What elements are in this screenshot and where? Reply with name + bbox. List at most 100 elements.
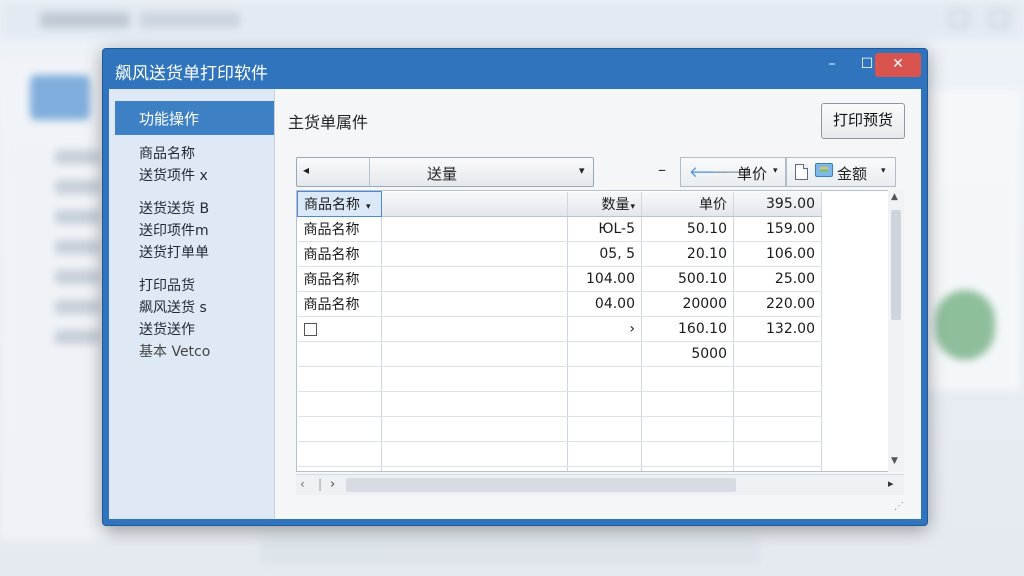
caret-left-icon[interactable]: ◂ xyxy=(303,163,309,177)
cell-price[interactable]: 50.10 xyxy=(641,216,734,242)
cell-name[interactable]: 商品名称 xyxy=(297,241,382,267)
close-button[interactable]: ✕ xyxy=(875,53,921,77)
cell-name[interactable] xyxy=(297,416,382,442)
cell-blank[interactable] xyxy=(381,341,568,367)
cell-price[interactable] xyxy=(641,416,734,442)
table-row[interactable] xyxy=(297,366,822,392)
cell-qty[interactable]: › xyxy=(567,316,642,342)
column-header-amount[interactable]: 395.00 xyxy=(733,191,822,217)
document-icon[interactable] xyxy=(795,164,808,180)
vertical-scrollbar[interactable]: ▲ ▼ xyxy=(888,190,904,472)
cell-name[interactable]: 商品名称 xyxy=(297,216,382,242)
chevron-down-icon[interactable]: ▾ xyxy=(881,166,886,176)
sidebar-item-active[interactable]: 功能操作 xyxy=(115,101,274,135)
cell-blank[interactable] xyxy=(381,441,568,467)
cell-qty[interactable]: 05, 5 xyxy=(567,241,642,267)
cell-name[interactable]: 商品名称 xyxy=(297,291,382,317)
sidebar-item[interactable]: 商品名称 xyxy=(139,143,195,163)
column-combo[interactable]: ◂ 送量 ▾ xyxy=(296,157,594,187)
cell-blank[interactable] xyxy=(381,466,568,471)
cell-qty[interactable] xyxy=(567,391,642,417)
resize-grip-icon[interactable]: ⋰ xyxy=(894,501,904,512)
cell-blank[interactable] xyxy=(381,241,568,267)
sidebar-item[interactable]: 飙风送货 s xyxy=(139,297,207,317)
scroll-up-icon[interactable]: ▲ xyxy=(891,192,898,202)
chevron-down-icon[interactable]: ▾ xyxy=(579,164,585,177)
cell-name[interactable] xyxy=(297,316,382,342)
scroll-left-icon[interactable]: ‹ xyxy=(300,477,305,491)
cell-amount[interactable] xyxy=(733,391,822,417)
scroll-down-icon[interactable]: ▼ xyxy=(891,456,898,466)
minimize-button[interactable]: – xyxy=(817,53,847,77)
cell-qty[interactable] xyxy=(567,441,642,467)
cell-amount[interactable] xyxy=(733,441,822,467)
row-checkbox[interactable] xyxy=(303,322,317,336)
cell-price[interactable]: 20.10 xyxy=(641,241,734,267)
cell-price[interactable] xyxy=(641,391,734,417)
cell-name[interactable] xyxy=(297,466,382,471)
chevron-down-icon[interactable]: ▾ xyxy=(366,202,371,212)
cell-price[interactable] xyxy=(641,441,734,467)
cell-qty[interactable]: ЮL-5 xyxy=(567,216,642,242)
sidebar-item[interactable]: 打印品货 xyxy=(139,275,195,295)
cell-price[interactable] xyxy=(641,366,734,392)
column-header-name[interactable]: 商品名称 ▾ xyxy=(297,191,382,217)
cell-qty[interactable] xyxy=(567,341,642,367)
vertical-scroll-thumb[interactable] xyxy=(891,210,901,320)
table-row[interactable] xyxy=(297,416,822,442)
horizontal-scroll-thumb[interactable] xyxy=(346,478,736,492)
chevron-down-icon[interactable]: ▾ xyxy=(630,202,635,212)
sidebar-item[interactable]: 送货项件 x xyxy=(139,165,208,185)
table-row[interactable] xyxy=(297,441,822,467)
cell-blank[interactable] xyxy=(381,391,568,417)
cell-qty[interactable] xyxy=(567,366,642,392)
sidebar-item[interactable]: 送印项件m xyxy=(139,220,209,240)
comment-icon[interactable] xyxy=(815,163,833,177)
amount-dropdown[interactable]: 金额 xyxy=(837,163,867,184)
scroll-right-small-icon[interactable]: › xyxy=(330,477,335,492)
sidebar-item[interactable]: 送货打单单 xyxy=(139,242,209,262)
cell-qty[interactable]: 04.00 xyxy=(567,291,642,317)
column-header-qty[interactable]: 数量▾ xyxy=(567,191,642,217)
cell-amount[interactable]: 25.00 xyxy=(733,266,822,292)
cell-price[interactable]: 500.10 xyxy=(641,266,734,292)
cell-qty[interactable] xyxy=(567,466,642,471)
cell-qty[interactable]: 104.00 xyxy=(567,266,642,292)
cell-price[interactable]: 20000 xyxy=(641,291,734,317)
cell-blank[interactable] xyxy=(381,216,568,242)
cell-blank[interactable] xyxy=(381,266,568,292)
chevron-down-icon[interactable]: ▾ xyxy=(773,166,778,176)
cell-amount[interactable] xyxy=(733,416,822,442)
print-preview-button[interactable]: 打印预货 xyxy=(821,103,905,139)
cell-name[interactable] xyxy=(297,366,382,392)
cell-blank[interactable] xyxy=(381,291,568,317)
title-bar[interactable]: 飙风送货单打印软件 – ☐ ✕ xyxy=(103,49,927,89)
cell-amount[interactable]: 220.00 xyxy=(733,291,822,317)
cell-blank[interactable] xyxy=(381,416,568,442)
cell-name[interactable] xyxy=(297,441,382,467)
cell-price[interactable] xyxy=(641,466,734,471)
cell-qty[interactable] xyxy=(567,416,642,442)
price-dropdown[interactable]: 单价 xyxy=(737,163,767,184)
horizontal-scrollbar[interactable]: ‹ | › ▸ xyxy=(296,474,904,495)
table-row[interactable]: 商品名称 104.00 500.10 25.00 xyxy=(297,266,822,292)
minus-button[interactable]: – xyxy=(658,160,666,179)
table-row[interactable] xyxy=(297,391,822,417)
cell-amount[interactable] xyxy=(733,466,822,471)
cell-name[interactable] xyxy=(297,391,382,417)
scroll-end-icon[interactable]: ▸ xyxy=(888,477,894,490)
cell-amount[interactable] xyxy=(733,366,822,392)
cell-blank[interactable] xyxy=(381,366,568,392)
cell-amount[interactable]: 106.00 xyxy=(733,241,822,267)
sidebar-item[interactable]: 基本 Vetco xyxy=(139,341,210,361)
cell-blank[interactable] xyxy=(381,316,568,342)
cell-name[interactable] xyxy=(297,341,382,367)
sidebar-item[interactable]: 送货送作 xyxy=(139,319,195,339)
cell-price[interactable]: 160.10 xyxy=(641,316,734,342)
cell-amount[interactable] xyxy=(733,341,822,367)
column-header-price[interactable]: 单价 xyxy=(641,191,734,217)
table-row[interactable]: 商品名称 05, 5 20.10 106.00 xyxy=(297,241,822,267)
table-row[interactable] xyxy=(297,466,822,471)
cell-name[interactable]: 商品名称 xyxy=(297,266,382,292)
table-row[interactable]: 5000 xyxy=(297,341,822,367)
